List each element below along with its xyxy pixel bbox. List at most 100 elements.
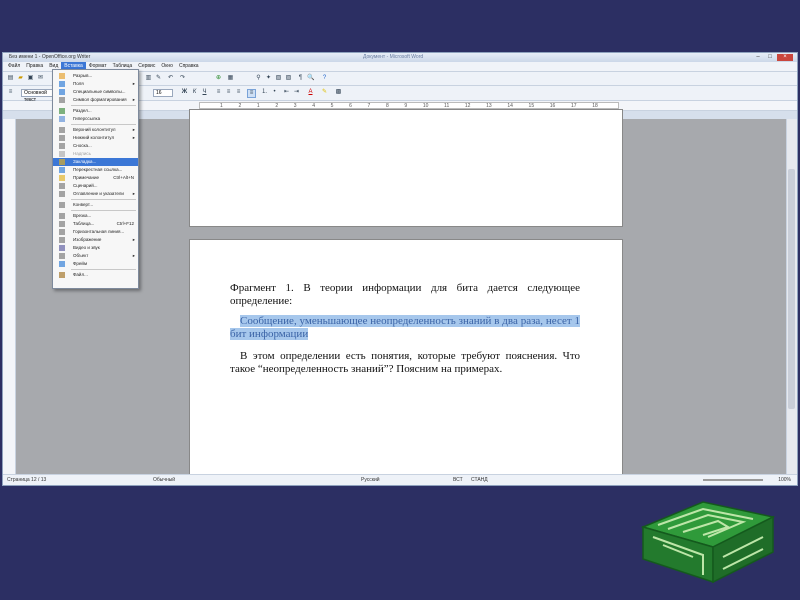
save-icon[interactable]: ▣	[27, 75, 34, 82]
menu-0[interactable]: Файл	[5, 62, 23, 71]
insert-menu-item[interactable]: Сценарий...	[53, 182, 138, 190]
zoom-slider[interactable]	[703, 479, 763, 481]
underline-icon[interactable]: Ч	[201, 89, 208, 96]
insert-menu-item[interactable]: Конверт...	[53, 201, 138, 209]
insert-menu-item[interactable]: Раздел...	[53, 107, 138, 115]
nonprinting-chars-icon[interactable]: ¶	[297, 75, 304, 82]
insert-menu-item[interactable]: Фрейм	[53, 260, 138, 268]
menu-item-icon	[59, 245, 65, 251]
find-icon[interactable]: ⚲	[255, 75, 262, 82]
align-left-icon[interactable]: ≡	[215, 89, 222, 96]
minimize-icon[interactable]: –	[753, 54, 763, 61]
redo-icon[interactable]: ↷	[179, 75, 186, 82]
menu-item-label: Перекрестная ссылка...	[73, 167, 123, 172]
paste-icon[interactable]: ▥	[145, 75, 152, 82]
paragraph-style-combo[interactable]: Основной текст	[21, 89, 55, 103]
insert-menu-item[interactable]: Закладка...	[53, 158, 138, 166]
menu-7[interactable]: Окно	[158, 62, 176, 71]
justify-icon[interactable]: ≡	[247, 89, 256, 98]
insert-menu-item[interactable]: Специальные символы...	[53, 88, 138, 96]
insert-menu-item[interactable]: Таблица... Ctrl+F12	[53, 220, 138, 228]
status-selection-mode[interactable]: СТАНД	[471, 475, 488, 485]
menu-item-label: Гиперссылка	[73, 116, 101, 121]
insert-menu-item[interactable]: Нижний колонтитул ▸	[53, 134, 138, 142]
new-document-icon[interactable]: ▤	[7, 75, 14, 82]
ruler-tick: 15	[528, 103, 535, 109]
paragraph-2-highlighted[interactable]: Сообщение, уменьшающее неопределенность …	[230, 315, 580, 341]
insert-menu-item[interactable]: Верхний колонтитул ▸	[53, 126, 138, 134]
menu-1[interactable]: Правка	[23, 62, 46, 71]
background-color-icon[interactable]: ▩	[335, 89, 342, 96]
menu-item-label: Закладка...	[73, 159, 97, 164]
close-icon[interactable]: ×	[777, 54, 793, 61]
insert-menu-item[interactable]: Разрыв...	[53, 72, 138, 80]
italic-icon[interactable]: К	[191, 89, 198, 96]
highlight-icon[interactable]: ✎	[321, 89, 328, 96]
help-icon[interactable]: ?	[321, 75, 328, 82]
insert-menu-item[interactable]: Изображение ▸	[53, 236, 138, 244]
insert-menu-item[interactable]: Сноска...	[53, 142, 138, 150]
highlighted-text[interactable]: Сообщение, уменьшающее неопределенность …	[230, 315, 580, 340]
maze-logo-icon	[640, 501, 776, 584]
maximize-icon[interactable]: □	[765, 54, 775, 61]
zoom-icon[interactable]: 🔍	[307, 75, 314, 82]
increase-indent-icon[interactable]: ⇥	[293, 89, 300, 96]
insert-menu-item[interactable]: Перекрестная ссылка...	[53, 166, 138, 174]
align-right-icon[interactable]: ≡	[235, 89, 242, 96]
insert-menu-item[interactable]: Горизонтальная линия...	[53, 228, 138, 236]
insert-menu-item[interactable]: Поля ▸	[53, 80, 138, 88]
insert-menu-item[interactable]: Гиперссылка	[53, 115, 138, 123]
styles-icon[interactable]: ≡	[7, 89, 14, 96]
numbering-icon[interactable]: ⒈	[261, 89, 268, 96]
menu-item-shortcut: Ctrl+F12	[116, 221, 134, 226]
email-icon[interactable]: ✉	[37, 75, 44, 82]
align-center-icon[interactable]: ≡	[225, 89, 232, 96]
menu-item-icon	[59, 202, 65, 208]
menu-item-icon	[59, 73, 65, 79]
window-title: Без имени 1 - OpenOffice.org Writer	[9, 54, 91, 60]
vertical-ruler[interactable]	[3, 119, 16, 475]
format-paintbrush-icon[interactable]: ✎	[155, 75, 162, 82]
submenu-arrow-icon: ▸	[132, 127, 135, 132]
menu-item-label: Примечание	[73, 175, 100, 180]
paragraph-3[interactable]: В этом определении есть понятия, которые…	[230, 350, 580, 376]
insert-menu-item[interactable]: Объект ▸	[53, 252, 138, 260]
insert-menu-item[interactable]: Врезка...	[53, 212, 138, 220]
submenu-arrow-icon: ▸	[132, 135, 135, 140]
menu-item-icon	[59, 97, 65, 103]
font-color-icon[interactable]: A	[307, 89, 314, 96]
ruler-tick: 7	[367, 103, 371, 109]
menu-item-label: Объект	[73, 253, 89, 258]
insert-menu-item[interactable]: Примечание Ctrl+Alt+N	[53, 174, 138, 182]
scrollbar-thumb[interactable]	[788, 169, 795, 409]
datasources-icon[interactable]: ▨	[285, 75, 292, 82]
hyperlink-icon[interactable]: ⊕	[215, 75, 222, 82]
current-page[interactable]: Фрагмент 1. В теории информации для бита…	[189, 239, 623, 485]
table-icon[interactable]: ▦	[227, 75, 234, 82]
menu-item-label: Оглавление и указатели	[73, 191, 124, 196]
open-folder-icon[interactable]: ▰	[17, 75, 24, 82]
paragraph-1[interactable]: Фрагмент 1. В теории информации для бита…	[230, 282, 580, 308]
menu-item-label: Файл...	[73, 272, 88, 277]
ruler-tick: 5	[330, 103, 334, 109]
undo-icon[interactable]: ↶	[167, 75, 174, 82]
insert-menu-item[interactable]: Видео и звук	[53, 244, 138, 252]
menu-item-icon	[59, 237, 65, 243]
menu-item-label: Символ форматирования	[73, 97, 127, 102]
font-size-combo[interactable]: 16	[153, 89, 173, 97]
submenu-arrow-icon: ▸	[132, 81, 135, 86]
status-insert-mode[interactable]: ВСТ	[453, 475, 463, 485]
vertical-scrollbar[interactable]	[786, 119, 797, 475]
insert-menu-item[interactable]: Оглавление и указатели ▸	[53, 190, 138, 198]
menu-item-label: Горизонтальная линия...	[73, 229, 125, 234]
menu-8[interactable]: Справка	[176, 62, 202, 71]
insert-menu-item[interactable]: Символ форматирования ▸	[53, 96, 138, 104]
bullets-icon[interactable]: •	[271, 89, 278, 96]
insert-menu-item[interactable]: Файл...	[53, 271, 138, 279]
decrease-indent-icon[interactable]: ⇤	[283, 89, 290, 96]
menu-item-label: Изображение	[73, 237, 102, 242]
menu-item-icon	[59, 253, 65, 259]
gallery-icon[interactable]: ▧	[275, 75, 282, 82]
bold-icon[interactable]: Ж	[181, 89, 188, 96]
navigator-icon[interactable]: ✦	[265, 75, 272, 82]
